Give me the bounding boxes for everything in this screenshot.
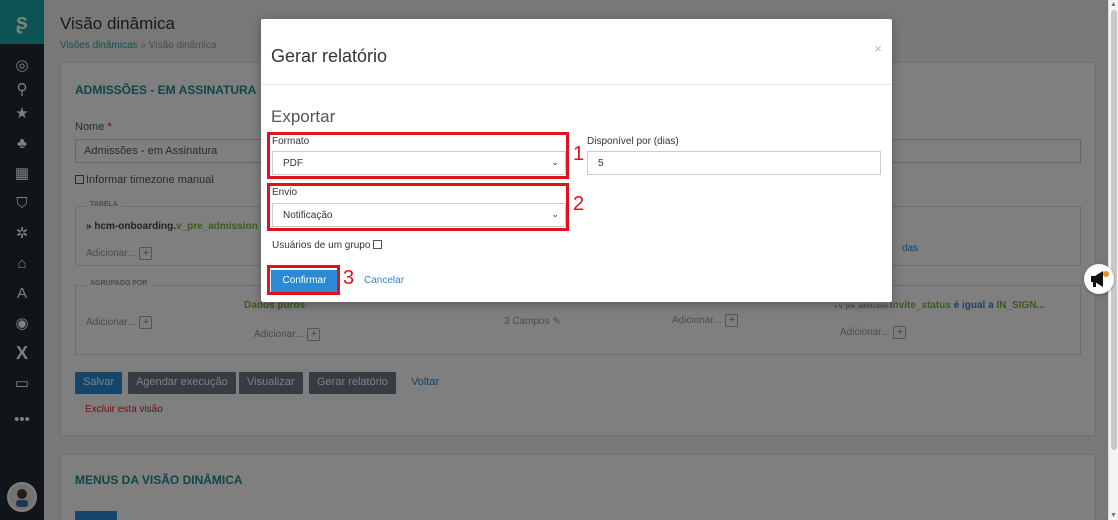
disponivel-label: Disponível por (dias) (587, 136, 679, 147)
annotation-box-1 (267, 132, 569, 179)
disponivel-input[interactable]: 5 (587, 151, 881, 175)
scrollbar[interactable]: ▲ ▼ (1108, 0, 1118, 520)
gerar-relatorio-modal: Gerar relatório × Exportar Formato PDF ⌄ … (261, 19, 892, 302)
annotation-box-2 (267, 183, 569, 231)
close-icon[interactable]: × (874, 41, 882, 56)
megaphone-icon[interactable] (1084, 264, 1114, 294)
modal-title: Gerar relatório (271, 46, 388, 66)
annotation-box-3 (267, 265, 340, 295)
scrollbar-thumb[interactable] (1111, 10, 1117, 450)
annotation-number-3: 3 (343, 267, 355, 289)
cancelar-link[interactable]: Cancelar (364, 275, 404, 286)
usuarios-grupo-checkbox[interactable]: Usuários de um grupo (272, 240, 383, 251)
modal-header: Gerar relatório × (261, 19, 892, 85)
annotation-number-1: 1 (573, 143, 585, 165)
annotation-number-2: 2 (573, 193, 585, 215)
exportar-heading: Exportar (271, 107, 336, 126)
